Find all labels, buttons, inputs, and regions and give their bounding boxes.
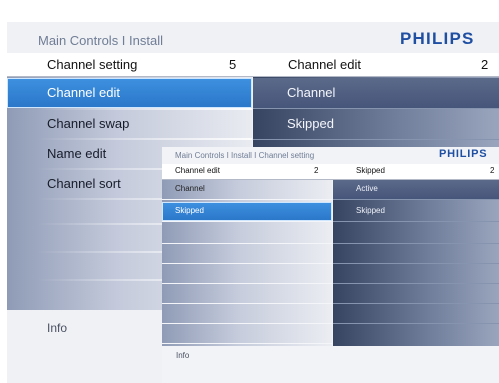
menu-header: Channel edit 2 Skipped 2 [162, 164, 499, 180]
philips-logo: PHILIPS [439, 148, 488, 160]
menu-item-label: Skipped [175, 206, 204, 215]
header-right-label: Channel edit [288, 57, 361, 72]
option-skipped[interactable]: Skipped [333, 202, 499, 222]
option-active[interactable]: Active [333, 180, 499, 200]
menu-item-channel-edit[interactable]: Channel edit [7, 78, 252, 108]
header-right-label: Skipped [356, 166, 385, 175]
header-left-value: 5 [229, 57, 237, 72]
menu-item-label: Channel [175, 184, 205, 193]
option-label: Active [356, 184, 378, 193]
menu-item-label: Channel sort [47, 176, 121, 191]
list-item [333, 304, 499, 324]
list-item [162, 264, 332, 284]
menu-item-label: Name edit [47, 146, 107, 161]
philips-logo: PHILIPS [400, 29, 475, 48]
menu-item-skipped[interactable]: Skipped [162, 202, 332, 222]
menu-item-label: Channel edit [47, 85, 120, 100]
menu-item-channel[interactable]: Channel [162, 180, 332, 200]
breadcrumb: Main Controls I Install [38, 33, 163, 48]
list-item [333, 264, 499, 284]
list-item [333, 244, 499, 264]
list-item [333, 284, 499, 304]
option-channel[interactable]: Channel [253, 78, 499, 109]
option-label: Skipped [287, 116, 334, 131]
info-label: Info [176, 351, 190, 360]
header-right-value: 2 [481, 57, 489, 72]
list-item [162, 284, 332, 304]
header-left-value: 2 [314, 166, 319, 175]
info-label: Info [47, 321, 68, 335]
option-label: Channel [287, 85, 336, 100]
menu-item-label: Channel swap [47, 116, 130, 131]
divider [37, 108, 252, 110]
menu-header: Channel setting 5 Channel edit 2 [7, 53, 499, 77]
menu-item-channel-swap[interactable]: Channel swap [7, 109, 252, 139]
list-item [333, 224, 499, 244]
header-right-value: 2 [490, 166, 495, 175]
header-left-label: Channel edit [175, 166, 220, 175]
list-item [162, 324, 332, 344]
channel-setting-dialog: Main Controls I Install I Channel settin… [162, 136, 499, 383]
option-label: Skipped [356, 206, 385, 215]
list-item [162, 244, 332, 264]
header-left-label: Channel setting [47, 57, 138, 72]
breadcrumb: Main Controls I Install I Channel settin… [175, 151, 315, 160]
list-item [162, 224, 332, 244]
list-item [162, 304, 332, 324]
